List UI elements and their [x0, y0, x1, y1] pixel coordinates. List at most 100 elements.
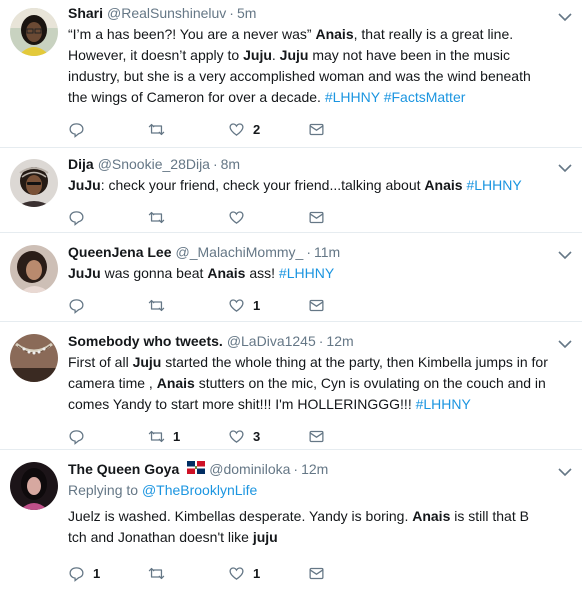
heart-icon [229, 210, 244, 224]
avatar[interactable] [10, 245, 58, 293]
avatar-braids-icon [10, 159, 58, 207]
dm-button[interactable] [308, 121, 388, 138]
user-handle[interactable]: @_MalachiMommy_ [176, 243, 304, 261]
timestamp[interactable]: 5m [237, 4, 256, 22]
reply-icon [69, 210, 84, 226]
dm-button[interactable] [308, 209, 388, 226]
highlighted-keyword: Anais [424, 177, 463, 193]
user-handle[interactable]: @RealSunshineluv [107, 4, 226, 22]
timestamp[interactable]: 12m [301, 460, 328, 478]
tweet-actions [68, 206, 548, 228]
like-count: 3 [253, 428, 261, 444]
highlighted-keyword: Anais [315, 26, 354, 42]
dm-button[interactable] [308, 565, 388, 582]
chevron-down-icon[interactable] [558, 250, 572, 260]
chevron-down-icon[interactable] [558, 163, 572, 173]
avatar-woman-icon [10, 245, 58, 293]
like-button[interactable]: 3 [228, 428, 308, 445]
reply-icon [69, 429, 84, 445]
dm-button[interactable] [308, 428, 388, 445]
retweet-button[interactable]: 1 [148, 428, 228, 445]
highlighted-keyword: Juju [243, 47, 272, 63]
tweet-text-segment: “I’m a has been?! You are a never was” [68, 26, 316, 42]
avatar[interactable] [10, 334, 58, 382]
tweet-text-segment: First of all [68, 354, 133, 370]
reply-icon [69, 298, 84, 314]
hashtag-link[interactable]: #LHHNY [279, 265, 334, 281]
mail-icon [309, 211, 324, 223]
like-count: 1 [253, 297, 261, 313]
heart-icon [229, 298, 244, 312]
dm-button[interactable] [308, 297, 388, 314]
hashtag-link[interactable]: #LHHNY [325, 89, 380, 105]
timestamp[interactable]: 11m [314, 243, 340, 261]
display-name[interactable]: Somebody who tweets. [68, 332, 223, 350]
chevron-down-icon[interactable] [558, 467, 572, 477]
hashtag-link[interactable]: #LHHNY [416, 396, 471, 412]
timestamp[interactable]: 8m [221, 155, 240, 173]
timestamp[interactable]: 12m [326, 332, 353, 350]
display-name[interactable]: QueenJena Lee [68, 243, 172, 261]
tweet-text: Juelz is washed. Kimbellas desperate. Ya… [68, 506, 548, 548]
tweet-header: Shari @RealSunshineluv · 5m [68, 4, 548, 22]
reply-icon [69, 566, 84, 582]
retweet-button[interactable] [148, 209, 228, 226]
retweet-button[interactable] [148, 565, 228, 582]
highlighted-keyword: juju [252, 529, 278, 545]
tweet-text-segment: : check your friend, check your friend..… [100, 177, 425, 193]
like-button[interactable] [228, 209, 308, 226]
reply-button[interactable] [68, 121, 148, 138]
hashtag-link[interactable]: #FactsMatter [384, 89, 466, 105]
reply-button[interactable] [68, 297, 148, 314]
avatar-necklace-icon [10, 334, 58, 382]
tweet[interactable]: Somebody who tweets. @LaDiva1245 · 12m F… [0, 322, 582, 450]
separator-dot: · [318, 333, 324, 349]
avatar[interactable] [10, 462, 58, 510]
retweet-button[interactable] [148, 297, 228, 314]
like-count: 1 [253, 565, 261, 581]
user-handle[interactable]: @Snookie_28Dija [98, 155, 210, 173]
chevron-down-icon[interactable] [558, 12, 572, 22]
tweet[interactable]: Dija @Snookie_28Dija · 8m JuJu: check yo… [0, 148, 582, 233]
mail-icon [309, 123, 324, 135]
heart-icon [229, 566, 244, 580]
mail-icon [309, 299, 324, 311]
tweet-actions: 1 [68, 294, 548, 316]
display-name[interactable]: The Queen Goya [68, 460, 179, 478]
like-button[interactable]: 1 [228, 565, 308, 582]
like-button[interactable]: 1 [228, 297, 308, 314]
replying-to-handle[interactable]: @TheBrooklynLife [142, 482, 257, 498]
display-name[interactable]: Shari [68, 4, 103, 22]
tweet-text-segment: . [271, 47, 280, 63]
reply-button[interactable] [68, 209, 148, 226]
retweet-button[interactable] [148, 121, 228, 138]
avatar[interactable] [10, 8, 58, 56]
highlighted-keyword: Anais [156, 375, 195, 391]
dominican-flag-icon [187, 461, 206, 474]
tweet[interactable]: Shari @RealSunshineluv · 5m “I’m a has b… [0, 0, 582, 148]
tweet[interactable]: The Queen Goya @dominiloka · 12m Replyin… [0, 450, 582, 589]
reply-count: 1 [93, 565, 101, 581]
tweet-actions: 2 [68, 118, 548, 140]
tweet-actions: 1 3 [68, 425, 548, 447]
highlighted-keyword: JuJu [68, 265, 101, 281]
tweet-text: First of all Juju started the whole thin… [68, 352, 548, 415]
display-name[interactable]: Dija [68, 155, 94, 173]
retweet-count: 1 [173, 428, 181, 444]
retweet-icon [148, 211, 165, 223]
hashtag-link[interactable]: #LHHNY [466, 177, 521, 193]
mail-icon [309, 430, 324, 442]
separator-dot: · [212, 156, 218, 172]
chevron-down-icon[interactable] [558, 339, 572, 349]
user-handle[interactable]: @dominiloka [209, 460, 290, 478]
avatar-woman-glasses-icon [10, 8, 58, 56]
tweet[interactable]: QueenJena Lee @_MalachiMommy_ · 11m JuJu… [0, 233, 582, 322]
reply-button[interactable]: 1 [68, 565, 148, 582]
like-button[interactable]: 2 [228, 121, 308, 138]
replying-to-label: Replying to [68, 482, 142, 498]
reply-button[interactable] [68, 428, 148, 445]
user-handle[interactable]: @LaDiva1245 [227, 332, 316, 350]
retweet-icon [148, 123, 165, 135]
highlighted-keyword: Juju [132, 354, 162, 370]
avatar[interactable] [10, 159, 58, 207]
